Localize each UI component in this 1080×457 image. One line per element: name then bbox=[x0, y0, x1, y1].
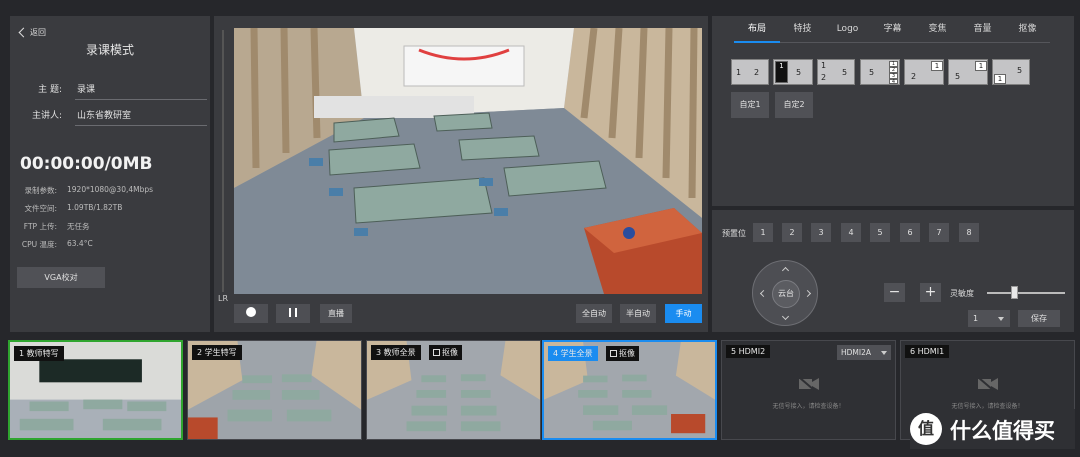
zoom-out-button[interactable]: − bbox=[884, 283, 905, 302]
mode-auto-button[interactable]: 全自动 bbox=[576, 304, 612, 323]
vga-calibrate-button[interactable]: VGA校对 bbox=[17, 267, 105, 288]
tab-subtitle[interactable]: 字幕 bbox=[870, 21, 915, 43]
pause-icon bbox=[289, 308, 297, 317]
chevron-down-icon bbox=[998, 317, 1004, 321]
speaker-input[interactable]: 山东省教研室 bbox=[75, 108, 207, 126]
speaker-field: 主讲人: 山东省教研室 bbox=[20, 108, 207, 126]
function-tabs: 布局 特技 Logo 字幕 变焦 音量 抠像 bbox=[734, 21, 1050, 43]
tab-zoom[interactable]: 变焦 bbox=[915, 21, 960, 43]
chevron-left-icon bbox=[18, 27, 29, 38]
tab-logo[interactable]: Logo bbox=[825, 21, 870, 43]
watermark-logo: 值 什么值得买 bbox=[910, 409, 1075, 449]
hdmi-source-select[interactable]: HDMI2A bbox=[837, 345, 891, 360]
pause-button[interactable] bbox=[276, 304, 310, 323]
preset-button-6[interactable]: 6 bbox=[900, 223, 920, 242]
ptz-control-panel: 预置位 1 2 3 4 5 6 7 8 云台 − + 灵敏度 1 保存 bbox=[712, 210, 1074, 332]
ptz-center-button[interactable]: 云台 bbox=[772, 280, 800, 308]
file-space-row: 文件空间: 1.09TB/1.82TB bbox=[24, 203, 123, 213]
checkbox-icon bbox=[433, 349, 440, 356]
ptz-joystick[interactable]: 云台 bbox=[752, 260, 818, 326]
main-preview-panel: LR 直播 全自动 半自动 手动 bbox=[214, 16, 708, 332]
thumb-label: 3 教师全景 bbox=[371, 345, 421, 360]
source-thumb-5[interactable]: 5 HDMI2 HDMI2A 无信号接入，请检查设备！ bbox=[721, 340, 896, 440]
custom-layout-1-button[interactable]: 自定1 bbox=[731, 92, 769, 118]
keying-checkbox[interactable]: 抠像 bbox=[606, 346, 639, 361]
source-thumb-3[interactable]: 3 教师全景 抠像 bbox=[366, 340, 541, 440]
record-params-row: 录制参数: 1920*1080@30,4Mbps bbox=[24, 185, 154, 195]
layout-option-4[interactable]: 5 1 2 3 4 bbox=[860, 59, 900, 85]
layout-option-7[interactable]: 1 5 bbox=[992, 59, 1030, 85]
mode-semi-auto-button[interactable]: 半自动 bbox=[620, 304, 656, 323]
speaker-label: 主讲人: bbox=[31, 111, 62, 121]
record-dot-icon bbox=[246, 307, 256, 317]
checkbox-icon bbox=[610, 350, 617, 357]
source-thumb-2[interactable]: 2 学生特写 bbox=[187, 340, 362, 440]
thumb-label: 5 HDMI2 bbox=[726, 345, 771, 358]
custom-layout-2-button[interactable]: 自定2 bbox=[775, 92, 813, 118]
sensitivity-slider-track[interactable] bbox=[987, 292, 1065, 294]
layout-option-5[interactable]: 1 2 bbox=[904, 59, 944, 85]
sensitivity-label: 灵敏度 bbox=[950, 289, 974, 298]
ptz-down-arrow-icon[interactable] bbox=[781, 312, 790, 321]
preset-button-5[interactable]: 5 bbox=[870, 223, 890, 242]
preset-select[interactable]: 1 bbox=[968, 310, 1010, 327]
mode-manual-button[interactable]: 手动 bbox=[665, 304, 702, 323]
layout-option-1[interactable]: 1 2 bbox=[731, 59, 769, 85]
keying-checkbox[interactable]: 抠像 bbox=[429, 345, 462, 360]
main-video-preview bbox=[234, 28, 702, 294]
source-thumb-4[interactable]: 4 学生全景 抠像 bbox=[542, 340, 717, 440]
preset-button-2[interactable]: 2 bbox=[782, 223, 802, 242]
no-signal-camera-icon bbox=[798, 377, 819, 391]
record-info-panel: 返回 录课模式 主 题: 录课 主讲人: 山东省教研室 00:00:00/0MB… bbox=[10, 16, 210, 332]
source-thumb-1[interactable]: 1 教师特写 bbox=[8, 340, 183, 440]
cpu-temp-row: CPU 温度: 63.4°C bbox=[21, 239, 93, 249]
record-button[interactable] bbox=[234, 304, 268, 323]
live-button[interactable]: 直播 bbox=[320, 304, 352, 323]
audio-level-meter bbox=[222, 30, 224, 292]
brand-logo-icon: 值 bbox=[910, 413, 942, 445]
preset-button-3[interactable]: 3 bbox=[811, 223, 831, 242]
layout-option-3[interactable]: 1 2 5 bbox=[817, 59, 855, 85]
page-title: 录课模式 bbox=[85, 43, 134, 57]
layout-panel: 布局 特技 Logo 字幕 变焦 音量 抠像 1 2 1 5 1 2 5 5 1… bbox=[712, 16, 1074, 206]
thumb-label: 1 教师特写 bbox=[14, 346, 64, 361]
thumb-label: 2 学生特写 bbox=[192, 345, 242, 360]
zoom-in-button[interactable]: + bbox=[920, 283, 941, 302]
preset-button-7[interactable]: 7 bbox=[929, 223, 949, 242]
preset-button-1[interactable]: 1 bbox=[753, 223, 773, 242]
back-button[interactable]: 返回 bbox=[18, 27, 46, 38]
thumb-label: 6 HDMI1 bbox=[905, 345, 950, 358]
chevron-down-icon bbox=[881, 351, 887, 355]
ftp-upload-row: FTP 上传: 无任务 bbox=[23, 222, 90, 231]
ptz-left-arrow-icon[interactable] bbox=[759, 289, 768, 298]
classroom-scene bbox=[234, 28, 702, 294]
preset-label: 预置位 bbox=[722, 229, 746, 238]
preset-button-8[interactable]: 8 bbox=[959, 223, 979, 242]
tab-volume[interactable]: 音量 bbox=[960, 21, 1005, 43]
ptz-up-arrow-icon[interactable] bbox=[781, 266, 790, 275]
subject-input[interactable]: 录课 bbox=[75, 82, 207, 100]
layout-option-2[interactable]: 1 5 bbox=[773, 59, 813, 85]
record-timer: 00:00:00/0MB bbox=[20, 154, 153, 174]
tab-keying[interactable]: 抠像 bbox=[1005, 21, 1050, 43]
sensitivity-slider-handle[interactable] bbox=[1011, 286, 1019, 299]
subject-field: 主 题: 录课 bbox=[20, 82, 207, 100]
brand-text: 什么值得买 bbox=[950, 419, 1055, 443]
layout-option-6[interactable]: 1 5 bbox=[948, 59, 988, 85]
thumb-label: 4 学生全景 bbox=[548, 346, 598, 361]
subject-label: 主 题: bbox=[38, 85, 62, 95]
lr-channel-label: LR bbox=[218, 294, 229, 303]
preset-button-4[interactable]: 4 bbox=[841, 223, 861, 242]
tab-layout[interactable]: 布局 bbox=[734, 21, 780, 43]
no-signal-camera-icon bbox=[977, 377, 998, 391]
tab-effects[interactable]: 特技 bbox=[780, 21, 825, 43]
save-button[interactable]: 保存 bbox=[1018, 310, 1060, 327]
ptz-right-arrow-icon[interactable] bbox=[803, 289, 812, 298]
no-signal-text: 无信号接入，请检查设备！ bbox=[772, 403, 845, 410]
